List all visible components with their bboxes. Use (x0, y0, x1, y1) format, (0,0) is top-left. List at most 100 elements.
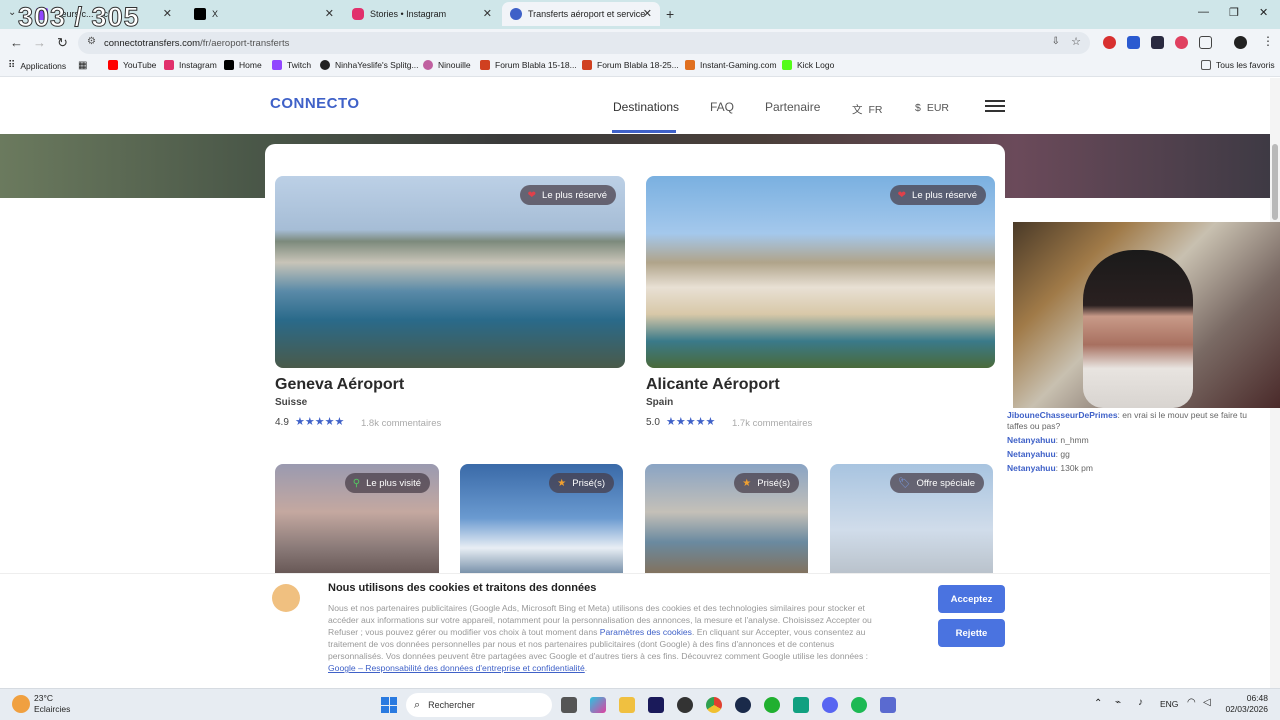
browser-toolbar: ← → ↻ ⚙ connectotransfers.com/fr/aeropor… (0, 29, 1280, 56)
site-info-icon[interactable]: ⚙ (87, 36, 96, 47)
tab-instagram[interactable]: Stories • Instagram ✕ (344, 2, 500, 26)
minimize-icon[interactable]: — (1198, 6, 1209, 18)
review-count[interactable]: 1.7k commentaires (732, 418, 812, 429)
destination-photo-zurich[interactable]: ★ Prisé(s) (645, 464, 808, 584)
steam-icon[interactable] (735, 697, 751, 713)
site-logo[interactable]: CONNECTO (270, 95, 360, 112)
xbox-icon[interactable] (764, 697, 780, 713)
instagram-favicon-icon (352, 8, 364, 20)
cookie-settings-link[interactable]: Paramètres des cookies (600, 627, 692, 637)
bookmark-forum-15-18[interactable]: Forum Blabla 15-18... (480, 60, 577, 70)
destination-photo-geneva[interactable]: ❤ Le plus réservé (275, 176, 625, 368)
back-arrow-icon[interactable]: ← (10, 35, 23, 50)
close-icon[interactable]: ✕ (643, 7, 652, 20)
nav-partner[interactable]: Partenaire (765, 100, 820, 114)
reload-icon[interactable]: ↻ (57, 35, 68, 51)
destination-photo-alicante[interactable]: ❤ Le plus réservé (646, 176, 995, 368)
taskbar-search[interactable]: ⌕ Rechercher (406, 693, 552, 717)
github-icon[interactable] (677, 697, 693, 713)
extension-dark-icon[interactable] (1151, 36, 1164, 49)
star-rating-icon: ★★★★★ (666, 416, 716, 428)
app-green-icon[interactable] (793, 697, 809, 713)
bookmark-home[interactable]: Home (224, 60, 262, 70)
weather-temp: 23°C (34, 693, 53, 703)
file-explorer-icon[interactable] (619, 697, 635, 713)
wifi-icon[interactable]: ◠ (1187, 697, 1196, 708)
bookmark-label: Tous les favoris (1216, 60, 1275, 70)
discord-icon[interactable] (822, 697, 838, 713)
windows-start-icon[interactable] (381, 697, 397, 713)
extension-audio-icon[interactable] (1127, 36, 1140, 49)
extension-red-icon[interactable] (1103, 36, 1116, 49)
currency-selector[interactable]: $ EUR (915, 102, 949, 114)
new-tab-plus-icon[interactable]: + (666, 6, 674, 22)
restore-icon[interactable]: ❐ (1229, 6, 1239, 19)
chat-message: Netanyahuu: gg (1007, 449, 1269, 460)
bookmark-instagram[interactable]: Instagram (164, 60, 217, 70)
bookmark-twitch[interactable]: Twitch (272, 60, 311, 70)
extensions-puzzle-icon[interactable] (1199, 36, 1212, 49)
tab-connecto[interactable]: Transferts aéroport et service d... ✕ (502, 2, 660, 26)
all-bookmarks[interactable]: Tous les favoris (1201, 60, 1275, 70)
chrome-icon[interactable] (706, 697, 722, 713)
bookmark-kick[interactable]: Kick Logo (782, 60, 834, 70)
destination-photo-mountains[interactable]: ★ Prisé(s) (460, 464, 623, 584)
language-selector[interactable]: 文 FR (852, 102, 883, 117)
close-icon[interactable]: ✕ (483, 7, 492, 20)
microphone-icon[interactable]: ♪ (1138, 697, 1143, 708)
nav-destinations[interactable]: Destinations (613, 100, 679, 114)
heart-icon: ❤ (897, 189, 907, 201)
folder-icon (1201, 60, 1211, 70)
review-count[interactable]: 1.8k commentaires (361, 418, 441, 429)
spotify-icon[interactable] (851, 697, 867, 713)
jvc-icon (480, 60, 490, 70)
tab-search-chevron-icon[interactable]: ⌄ (8, 7, 16, 18)
apps-grid-icon: ⠿ (8, 60, 16, 71)
close-icon[interactable]: ✕ (163, 7, 172, 20)
bookmark-star-icon[interactable]: ☆ (1071, 35, 1081, 48)
destination-photo-paris[interactable]: 🏷 Offre spéciale (830, 464, 993, 584)
tab-x[interactable]: X ✕ (186, 2, 342, 26)
chat-text: : 130k pm (1055, 463, 1093, 473)
badge-label: Offre spéciale (916, 477, 975, 489)
show-hidden-icons-icon[interactable]: ⌃ (1094, 698, 1102, 709)
accept-cookies-button[interactable]: Acceptez (938, 585, 1005, 613)
window-close-icon[interactable]: ✕ (1259, 6, 1268, 19)
bookmark-instant-gaming[interactable]: Instant-Gaming.com (685, 60, 777, 70)
task-view-icon[interactable] (561, 697, 577, 713)
bookmark-ninouille[interactable]: Ninouille (423, 60, 471, 70)
bookmark-youtube[interactable]: YouTube (108, 60, 156, 70)
destination-photo-milan[interactable]: ⚲ Le plus visité (275, 464, 439, 584)
extension-pink-icon[interactable] (1175, 36, 1188, 49)
clock[interactable]: 06:48 02/03/2026 (1222, 693, 1268, 715)
google-privacy-link[interactable]: Google – Responsabilité des données d'en… (328, 663, 585, 673)
copilot-icon[interactable] (590, 697, 606, 713)
premiere-icon[interactable] (648, 697, 664, 713)
language-label: FR (868, 104, 883, 116)
destination-title[interactable]: Alicante Aéroport (646, 376, 780, 394)
reject-cookies-button[interactable]: Rejette (938, 619, 1005, 647)
destination-title[interactable]: Geneva Aéroport (275, 376, 404, 394)
menu-kebab-icon[interactable]: ⋮ (1262, 34, 1274, 48)
bookmark-splitgate[interactable]: NinhaYeslife's Splitg... (320, 60, 419, 70)
install-app-icon[interactable]: ⇩ (1052, 36, 1060, 47)
url-domain: connectotransfers.com (104, 37, 201, 49)
nav-faq[interactable]: FAQ (710, 100, 734, 114)
close-icon[interactable]: ✕ (325, 7, 334, 20)
address-bar[interactable]: ⚙ connectotransfers.com/fr/aeroport-tran… (78, 32, 1090, 54)
hamburger-menu-icon[interactable] (985, 100, 1005, 112)
bookmark-forum-18-25[interactable]: Forum Blabla 18-25... (582, 60, 679, 70)
bookmark-apps[interactable]: ⠿ Applications (8, 60, 66, 71)
scrollbar-thumb[interactable] (1272, 144, 1278, 220)
forward-arrow-icon[interactable]: → (33, 35, 46, 50)
tab-groups-icon[interactable]: ▦ (78, 60, 87, 71)
profile-avatar[interactable] (1234, 36, 1247, 49)
network-off-icon[interactable]: ⌁ (1115, 697, 1121, 708)
bookmark-label: Applications (20, 60, 67, 71)
language-indicator[interactable]: ENG (1160, 699, 1178, 709)
badge-popular: ★ Prisé(s) (734, 473, 799, 493)
weather-widget[interactable]: 23°C Eclaircies (12, 693, 70, 715)
snipping-tool-icon[interactable] (880, 697, 896, 713)
volume-icon[interactable]: ◁ (1203, 697, 1211, 708)
badge-popular: ★ Prisé(s) (549, 473, 614, 493)
